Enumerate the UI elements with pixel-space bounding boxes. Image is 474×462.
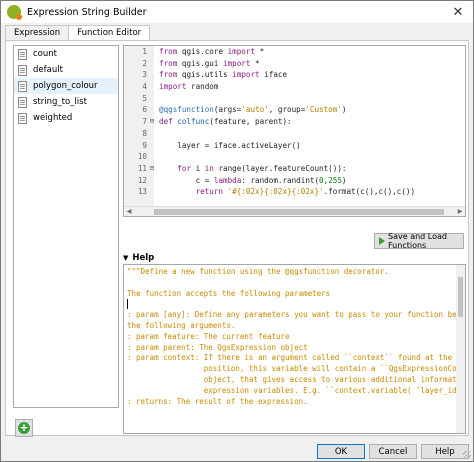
cancel-button[interactable]: Cancel bbox=[369, 444, 417, 459]
fold-marker-icon[interactable]: ⊟ bbox=[148, 163, 156, 175]
line-number: 12 bbox=[137, 175, 147, 185]
code-text: c = lambda: random.randint(0,255) bbox=[159, 175, 347, 185]
function-name: weighted bbox=[33, 113, 73, 123]
horizontal-scrollbar[interactable]: ◀ ▶ bbox=[124, 206, 465, 216]
help-title: Help bbox=[132, 253, 155, 263]
code-text: return '#{:02x}{:02x}{:02x}'.format(c(),… bbox=[195, 187, 416, 197]
help-line: expression variables. E.g. ``context.var… bbox=[127, 385, 462, 395]
code-line: 7 ⊟ def colfunc(feature, parent): bbox=[124, 116, 465, 128]
scroll-left-icon[interactable]: ◀ bbox=[124, 207, 134, 216]
resize-grip-icon[interactable] bbox=[463, 451, 471, 459]
code-line: 5 bbox=[124, 93, 465, 105]
line-number: 6 bbox=[142, 105, 147, 115]
save-and-load-functions-button[interactable]: Save and Load Functions bbox=[374, 232, 464, 250]
code-text: import random bbox=[159, 82, 219, 92]
line-number: 4 bbox=[142, 82, 147, 92]
line-number: 1 bbox=[142, 47, 147, 56]
code-line: 3 from qgis.utils import iface bbox=[124, 69, 465, 81]
ok-button[interactable]: OK bbox=[317, 444, 365, 459]
code-text: from qgis.gui import * bbox=[159, 58, 260, 68]
list-item[interactable]: default bbox=[14, 62, 118, 78]
function-editor-panel: count default polygon_colour string_to_l… bbox=[5, 40, 469, 437]
code-line: 9 layer = iface.activeLayer() bbox=[124, 140, 465, 152]
function-name: polygon_colour bbox=[33, 81, 98, 91]
file-icon bbox=[18, 48, 27, 60]
code-line: 10 bbox=[124, 151, 465, 163]
line-number: 5 bbox=[142, 93, 147, 103]
code-text: from qgis.utils import iface bbox=[159, 70, 288, 80]
list-item-selected[interactable]: polygon_colour bbox=[14, 78, 118, 94]
function-name: default bbox=[33, 65, 63, 75]
list-item[interactable]: weighted bbox=[14, 110, 118, 126]
function-list[interactable]: count default polygon_colour string_to_l… bbox=[13, 45, 119, 408]
help-line: the following arguments. bbox=[127, 320, 236, 330]
line-number: 2 bbox=[142, 58, 147, 68]
help-line: : param context: If there is an argument… bbox=[127, 353, 466, 363]
code-line: 8 bbox=[124, 128, 465, 140]
tab-expression[interactable]: Expression bbox=[5, 25, 70, 41]
code-line: 4 import random bbox=[124, 81, 465, 93]
scrollbar-thumb[interactable] bbox=[458, 277, 463, 317]
help-text-area[interactable]: """Define a new function using the @qgsf… bbox=[123, 264, 466, 434]
code-line: 6 @qgsfunction(args='auto', group='Custom… bbox=[124, 104, 465, 116]
list-item[interactable]: count bbox=[14, 46, 118, 62]
add-function-button[interactable]: + bbox=[15, 419, 33, 437]
help-button[interactable]: Help bbox=[421, 444, 469, 459]
code-line: 11 ⊟ for i in range(layer.featureCount())… bbox=[124, 163, 465, 175]
text-cursor bbox=[127, 299, 128, 310]
save-button-label: Save and Load Functions bbox=[388, 232, 447, 250]
help-line: : param feature: The current feature bbox=[127, 331, 290, 341]
line-number: 10 bbox=[137, 152, 147, 162]
line-number: 8 bbox=[142, 128, 147, 138]
fold-marker-icon[interactable]: ⊟ bbox=[148, 116, 156, 128]
scrollbar-thumb[interactable] bbox=[154, 209, 444, 215]
close-icon[interactable]: ✕ bbox=[443, 1, 473, 23]
code-text: @qgsfunction(args='auto', group='Custom'… bbox=[159, 105, 347, 115]
vertical-scrollbar[interactable] bbox=[456, 265, 465, 433]
code-text: def colfunc(feature, parent): bbox=[159, 117, 292, 127]
file-icon bbox=[18, 112, 27, 124]
help-line: : param parent: The QgsExpression object bbox=[127, 342, 308, 352]
help-line bbox=[127, 299, 457, 310]
code-line: 1 from qgis.core import * bbox=[124, 46, 465, 58]
help-text: """Define a new function using the @qgsf… bbox=[127, 267, 466, 407]
help-line: : param [any]: Define any parameters you… bbox=[127, 310, 466, 320]
file-icon bbox=[18, 96, 27, 108]
code-editor[interactable]: 1 from qgis.core import * 2 from qgis.gui i… bbox=[123, 45, 466, 217]
collapse-arrow-icon[interactable]: ▼ bbox=[123, 254, 128, 262]
list-item[interactable]: string_to_list bbox=[14, 94, 118, 110]
qgis-logo-icon bbox=[7, 5, 22, 20]
function-name: count bbox=[33, 49, 57, 59]
code-lines: 1 from qgis.core import * 2 from qgis.gui i… bbox=[124, 46, 465, 198]
line-number: 11 bbox=[137, 163, 147, 173]
line-number: 7 bbox=[142, 117, 147, 127]
plus-icon: + bbox=[18, 421, 30, 434]
code-line: 12 c = lambda: random.randint(0,255) bbox=[124, 175, 465, 187]
window-title: Expression String Builder bbox=[27, 6, 147, 18]
help-line: object, that gives access to various add… bbox=[127, 374, 466, 384]
code-text: for i in range(layer.featureCount()): bbox=[177, 163, 347, 173]
line-number: 13 bbox=[137, 187, 147, 197]
code-line: 2 from qgis.gui import * bbox=[124, 58, 465, 70]
function-name: string_to_list bbox=[33, 97, 87, 107]
scroll-right-icon[interactable]: ▶ bbox=[455, 207, 465, 216]
code-text: layer = iface.activeLayer() bbox=[159, 140, 301, 150]
help-line bbox=[127, 278, 457, 289]
line-number: 3 bbox=[142, 70, 147, 80]
help-line: : returns: The result of the expression. bbox=[127, 396, 308, 406]
title-bar: Expression String Builder ✕ bbox=[1, 1, 473, 23]
code-text: from qgis.core import * bbox=[159, 47, 265, 56]
line-number: 9 bbox=[142, 140, 147, 150]
code-line: 13 return '#{:02x}{:02x}{:02x}'.format(c… bbox=[124, 186, 465, 198]
play-icon bbox=[379, 237, 386, 245]
tab-bar: Expression Function Editor bbox=[5, 25, 151, 42]
help-line: The function accepts the following param… bbox=[127, 288, 331, 298]
help-section-header[interactable]: ▼ Help bbox=[123, 252, 154, 264]
file-icon bbox=[18, 80, 27, 92]
help-line: """Define a new function using the @qgsf… bbox=[127, 267, 389, 276]
help-line: position, this variable will contain a `… bbox=[127, 364, 466, 374]
expression-string-builder-dialog: Expression String Builder ✕ Expression F… bbox=[0, 0, 474, 462]
file-icon bbox=[18, 64, 27, 76]
